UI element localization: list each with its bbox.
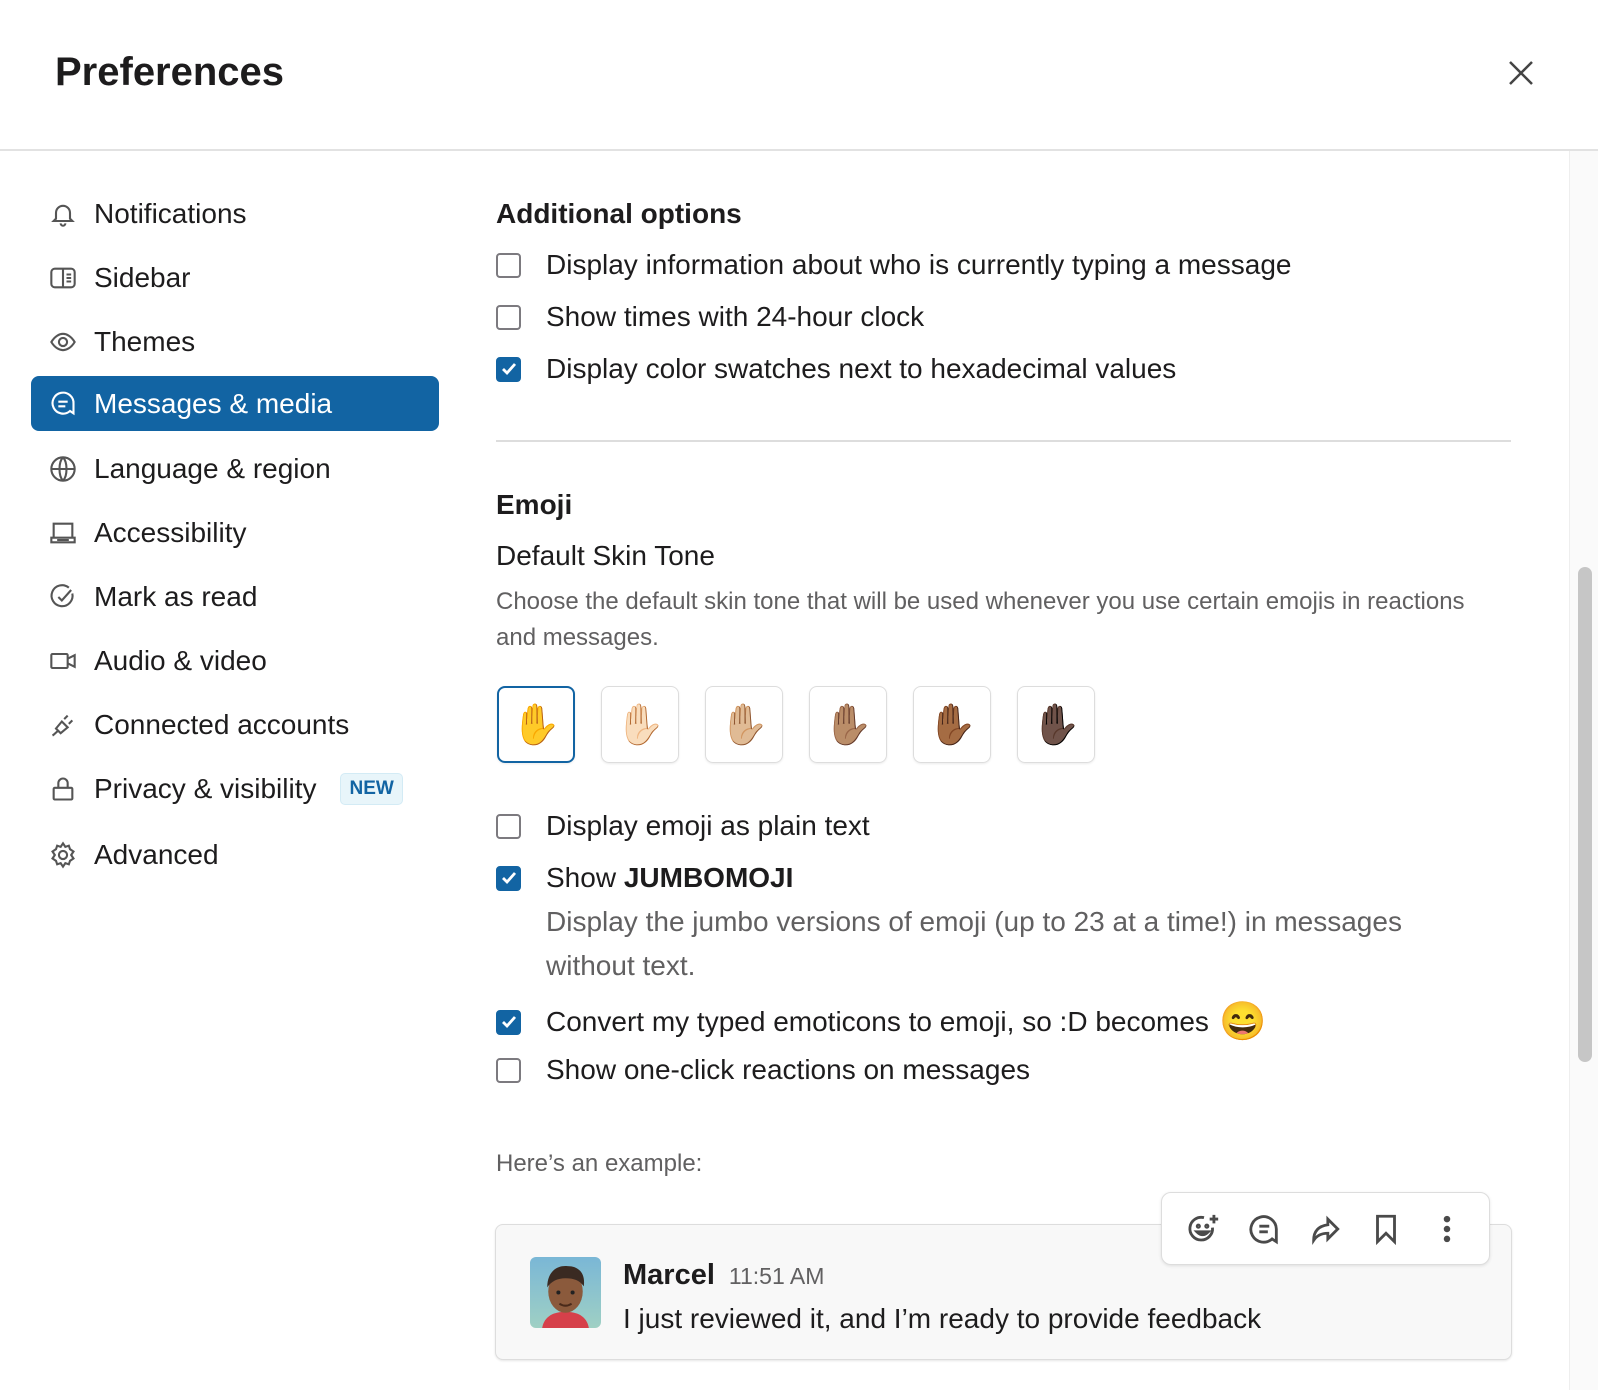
eye-icon — [48, 327, 78, 357]
sidebar-item-label: Audio & video — [94, 644, 267, 676]
share-forward-icon[interactable] — [1308, 1212, 1342, 1246]
globe-icon — [48, 454, 78, 484]
sidebar-item-label: Sidebar — [94, 261, 191, 293]
gear-icon — [48, 840, 78, 870]
bookmark-icon[interactable] — [1369, 1212, 1403, 1246]
sidebar-item-audio-video[interactable]: Audio & video — [31, 633, 439, 688]
option-one-click-reactions[interactable]: Show one-click reactions on messages — [496, 1054, 1030, 1086]
option-24-hour-clock[interactable]: Show times with 24-hour clock — [496, 301, 924, 333]
jumbomoji-label: JUMBOMOJI — [623, 862, 794, 893]
skin-tone-title: Default Skin Tone — [496, 540, 715, 571]
grinning-emoji: 😄 — [1218, 1001, 1267, 1043]
sidebar-item-label: Notifications — [94, 197, 247, 229]
jumbomoji-description: Display the jumbo versions of emoji (up … — [546, 906, 1402, 981]
option-typing-indicator[interactable]: Display information about who is current… — [496, 249, 1291, 281]
close-icon — [1509, 61, 1533, 85]
checkbox[interactable] — [496, 252, 521, 278]
checkbox[interactable] — [496, 304, 521, 330]
header: Preferences — [0, 0, 1598, 151]
message-icon — [48, 389, 78, 419]
avatar — [530, 1257, 601, 1328]
sidebar-item-label: Themes — [94, 325, 196, 357]
checkbox-checked[interactable] — [496, 865, 521, 891]
sidebar-item-accessibility[interactable]: Accessibility — [31, 505, 439, 560]
sidebar-item-label: Mark as read — [94, 580, 258, 612]
checkbox-checked[interactable] — [496, 1009, 521, 1035]
sidebar-item-messages-media[interactable]: Messages & media — [31, 376, 439, 431]
option-label: Display information about who is current… — [546, 249, 1292, 280]
checkmark-icon — [501, 363, 516, 376]
new-badge: NEW — [340, 772, 403, 805]
scrollbar-thumb[interactable] — [1578, 567, 1592, 1062]
keyboard-icon — [48, 518, 78, 548]
skin-tone-medium-dark[interactable]: ✋🏾 — [913, 686, 991, 763]
more-options-icon[interactable] — [1430, 1212, 1464, 1246]
close-button[interactable] — [1505, 57, 1537, 89]
sidebar-item-label: Privacy & visibility — [94, 772, 317, 804]
option-convert-emoticons[interactable]: Convert my typed emoticons to emoji, so … — [496, 1000, 1266, 1044]
lock-icon — [48, 774, 78, 804]
sidebar-item-sidebar[interactable]: Sidebar — [31, 250, 439, 305]
message-author: Marcel — [623, 1259, 715, 1291]
checkbox-checked[interactable] — [496, 356, 521, 382]
page-title: Preferences — [55, 50, 285, 94]
option-label: Display color swatches next to hexadecim… — [546, 353, 1177, 384]
hand-emoji: ✋🏽 — [823, 703, 873, 747]
sidebar-item-advanced[interactable]: Advanced — [31, 827, 439, 882]
sidebar-item-connected-accounts[interactable]: Connected accounts — [31, 697, 439, 752]
sidebar-item-notifications[interactable]: Notifications — [31, 186, 439, 241]
sidebar-item-label: Language & region — [94, 452, 331, 484]
bell-icon — [48, 199, 78, 229]
option-label: Show one-click reactions on messages — [546, 1054, 1031, 1085]
checkbox[interactable] — [496, 1057, 521, 1083]
skin-tone-medium-light[interactable]: ✋🏼 — [705, 686, 783, 763]
add-reaction-icon[interactable] — [1187, 1212, 1221, 1246]
option-label: Convert my typed emoticons to emoji, so … — [546, 1006, 1209, 1037]
sidebar-item-label: Accessibility — [94, 516, 247, 548]
sidebar-item-mark-as-read[interactable]: Mark as read — [31, 569, 439, 624]
emoji-heading: Emoji — [496, 489, 573, 520]
checkbox[interactable] — [496, 813, 521, 839]
option-emoji-plain-text[interactable]: Display emoji as plain text — [496, 810, 870, 842]
message-timestamp: 11:51 AM — [728, 1263, 825, 1289]
option-jumbomoji[interactable]: Show JUMBOMOJI — [496, 862, 793, 894]
skin-tone-light[interactable]: ✋🏻 — [601, 686, 679, 763]
skin-tone-default[interactable]: ✋ — [497, 686, 575, 763]
option-label: Show — [546, 862, 624, 893]
plug-icon — [48, 710, 78, 740]
message-text: I just reviewed it, and I’m ready to pro… — [623, 1303, 1262, 1334]
sidebar-icon — [48, 263, 78, 293]
section-divider — [496, 440, 1511, 442]
option-label: Show times with 24-hour clock — [546, 301, 925, 332]
hand-emoji: ✋🏼 — [719, 703, 769, 747]
sidebar-item-themes[interactable]: Themes — [31, 314, 439, 369]
check-circle-icon — [48, 582, 78, 612]
hand-emoji: ✋ — [511, 703, 561, 747]
sidebar-item-label: Advanced — [94, 838, 219, 870]
video-icon — [48, 646, 78, 676]
checkmark-icon — [501, 872, 516, 885]
option-label: Display emoji as plain text — [546, 810, 870, 841]
sidebar-item-language-region[interactable]: Language & region — [31, 441, 439, 496]
hand-emoji: ✋🏾 — [927, 703, 977, 747]
reply-thread-icon[interactable] — [1248, 1212, 1282, 1246]
additional-options-heading: Additional options — [496, 198, 742, 229]
checkmark-icon — [501, 1016, 516, 1029]
sidebar-item-label: Messages & media — [94, 387, 333, 419]
message-actions-toolbar — [1161, 1192, 1490, 1265]
example-label: Here’s an example: — [496, 1150, 703, 1177]
skin-tone-medium[interactable]: ✋🏽 — [809, 686, 887, 763]
sidebar-item-privacy-visibility[interactable]: Privacy & visibility NEW — [31, 761, 439, 816]
skin-tone-description: Choose the default skin tone that will b… — [496, 588, 1465, 651]
skin-tone-dark[interactable]: ✋🏿 — [1017, 686, 1095, 763]
option-color-swatches[interactable]: Display color swatches next to hexadecim… — [496, 353, 1176, 385]
sidebar-item-label: Connected accounts — [94, 708, 350, 740]
hand-emoji: ✋🏿 — [1031, 703, 1081, 747]
hand-emoji: ✋🏻 — [615, 703, 665, 747]
